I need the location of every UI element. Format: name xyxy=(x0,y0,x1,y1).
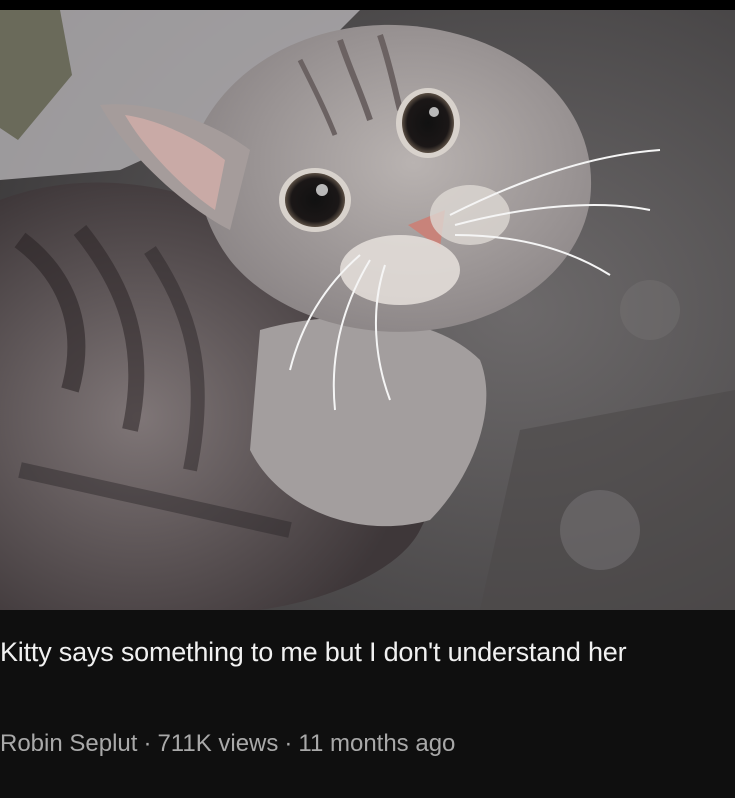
cat-photo xyxy=(0,10,735,610)
separator: · xyxy=(143,730,152,757)
separator: · xyxy=(284,730,293,757)
channel-name[interactable]: Robin Seplut xyxy=(0,730,137,757)
top-border xyxy=(0,0,735,10)
upload-age: 11 months ago xyxy=(298,730,456,757)
video-result-card[interactable]: Kitty says something to me but I don't u… xyxy=(0,0,735,798)
video-title[interactable]: Kitty says something to me but I don't u… xyxy=(0,632,735,714)
video-info: Kitty says something to me but I don't u… xyxy=(0,610,735,798)
view-count: 711K views xyxy=(157,730,279,757)
video-thumbnail[interactable] xyxy=(0,10,735,610)
video-metadata: Robin Seplut · 711K views · 11 months ago xyxy=(0,729,735,759)
